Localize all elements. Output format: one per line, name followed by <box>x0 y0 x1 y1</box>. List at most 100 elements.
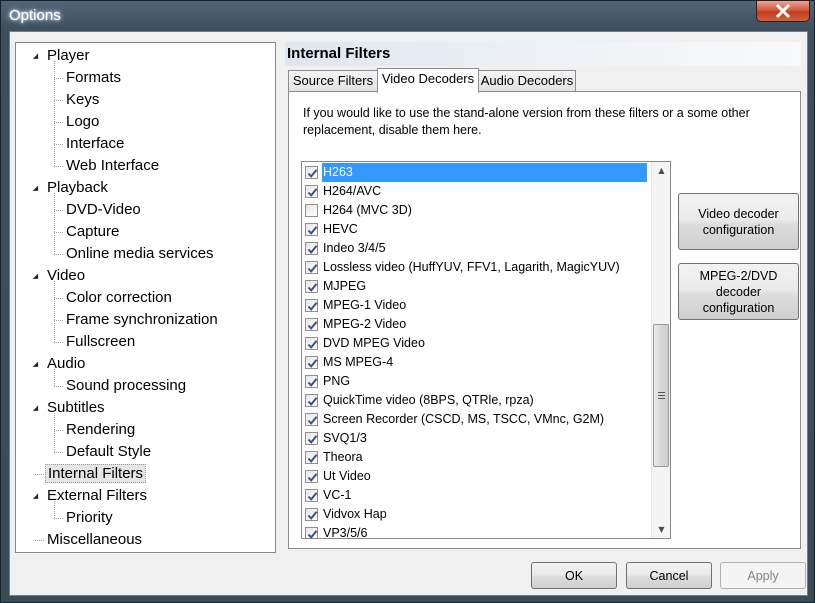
tab-video-decoders[interactable]: Video Decoders <box>377 68 479 93</box>
tree-item-label: Interface <box>66 135 125 152</box>
tree-item-logo[interactable]: Logo <box>64 111 101 133</box>
decoder-item[interactable]: Theora <box>302 448 650 467</box>
checkbox-checked[interactable] <box>305 242 318 255</box>
scroll-down-arrow[interactable]: ▼ <box>652 521 670 538</box>
decoder-label: Vidvox Hap <box>323 507 387 521</box>
tree-item-label: Internal Filters <box>45 464 147 483</box>
decoder-list[interactable]: H263 H264/AVC H264 (MVC 3D) HEVC Indeo 3/4/5… <box>301 161 671 539</box>
checkbox-checked[interactable] <box>305 413 318 426</box>
tree-item-video[interactable]: Video <box>45 265 87 287</box>
checkbox-checked[interactable] <box>305 375 318 388</box>
collapse-toggle-icon[interactable]: ◢ <box>31 265 40 287</box>
checkbox-checked[interactable] <box>305 527 318 538</box>
tree-item-label: External Filters <box>47 487 148 504</box>
decoder-label: HEVC <box>323 222 358 236</box>
checkbox-checked[interactable] <box>305 280 318 293</box>
video-decoder-config-button[interactable]: Video decoder configuration <box>678 193 799 250</box>
tree-connector <box>54 122 63 123</box>
apply-button[interactable]: Apply <box>720 562 806 589</box>
checkbox-checked[interactable] <box>305 166 318 179</box>
decoder-item[interactable]: VP3/5/6 <box>302 524 650 538</box>
decoder-item[interactable]: MJPEG <box>302 277 650 296</box>
tree-connector <box>54 369 55 386</box>
tree-item-sound-processing[interactable]: Sound processing <box>64 375 188 397</box>
checkbox-checked[interactable] <box>305 470 318 483</box>
decoder-item[interactable]: Vidvox Hap <box>302 505 650 524</box>
decoder-item[interactable]: Ut Video <box>302 467 650 486</box>
tree-connector <box>35 540 44 541</box>
checkbox-checked[interactable] <box>305 261 318 274</box>
tree-item-label: Frame synchronization <box>66 311 218 328</box>
checkbox-checked[interactable] <box>305 356 318 369</box>
tree-item-frame-synchronization[interactable]: Frame synchronization <box>64 309 220 331</box>
checkbox-checked[interactable] <box>305 223 318 236</box>
tree-connector <box>54 518 63 519</box>
collapse-toggle-icon[interactable]: ◢ <box>31 353 40 375</box>
checkbox-checked[interactable] <box>305 489 318 502</box>
scroll-thumb[interactable] <box>653 324 669 467</box>
decoder-label: MPEG-1 Video <box>323 298 407 312</box>
tab-source-filters[interactable]: Source Filters <box>288 70 378 92</box>
tree-item-fullscreen[interactable]: Fullscreen <box>64 331 137 353</box>
checkbox-unchecked[interactable] <box>305 204 318 217</box>
checkbox-checked[interactable] <box>305 451 318 464</box>
tree-item-dvd-video[interactable]: DVD-Video <box>64 199 143 221</box>
decoder-list-scrollbar[interactable]: ▲ ▼ <box>651 162 670 538</box>
ok-button[interactable]: OK <box>531 562 617 589</box>
decoder-item[interactable]: Lossless video (HuffYUV, FFV1, Lagarith,… <box>302 258 650 277</box>
decoder-item[interactable]: VC-1 <box>302 486 650 505</box>
checkbox-checked[interactable] <box>305 337 318 350</box>
tree-item-priority[interactable]: Priority <box>64 507 115 529</box>
close-button[interactable] <box>756 1 810 22</box>
cancel-button[interactable]: Cancel <box>626 562 712 589</box>
tree-item-keys[interactable]: Keys <box>64 89 101 111</box>
tree-item-interface[interactable]: Interface <box>64 133 126 155</box>
tree-item-player[interactable]: Player <box>45 45 92 67</box>
tab-audio-decoders[interactable]: Audio Decoders <box>478 70 576 92</box>
decoder-item[interactable]: H263 <box>302 163 650 182</box>
collapse-toggle-icon[interactable]: ◢ <box>31 177 40 199</box>
tree-item-internal-filters[interactable]: Internal Filters <box>45 463 147 485</box>
tree-item-color-correction[interactable]: Color correction <box>64 287 174 309</box>
tree-item-web-interface[interactable]: Web Interface <box>64 155 161 177</box>
tree-item-miscellaneous[interactable]: Miscellaneous <box>45 529 144 551</box>
checkbox-checked[interactable] <box>305 318 318 331</box>
decoder-item[interactable]: Indeo 3/4/5 <box>302 239 650 258</box>
decoder-item[interactable]: HEVC <box>302 220 650 239</box>
checkbox-checked[interactable] <box>305 432 318 445</box>
checkbox-checked[interactable] <box>305 185 318 198</box>
tree-connector <box>54 210 63 211</box>
decoder-item[interactable]: DVD MPEG Video <box>302 334 650 353</box>
tree-item-rendering[interactable]: Rendering <box>64 419 137 441</box>
collapse-toggle-icon[interactable]: ◢ <box>31 397 40 419</box>
tree-item-audio[interactable]: Audio <box>45 353 87 375</box>
tree-item-online-media-services[interactable]: Online media services <box>64 243 216 265</box>
decoder-item[interactable]: QuickTime video (8BPS, QTRle, rpza) <box>302 391 650 410</box>
collapse-toggle-icon[interactable]: ◢ <box>31 45 40 67</box>
checkbox-checked[interactable] <box>305 508 318 521</box>
decoder-item[interactable]: MPEG-2 Video <box>302 315 650 334</box>
decoder-item[interactable]: Screen Recorder (CSCD, MS, TSCC, VMnc, G… <box>302 410 650 429</box>
options-tree[interactable]: Player ◢ Formats Keys Logo Interface Web Inter… <box>15 42 276 553</box>
decoder-item[interactable]: MS MPEG-4 <box>302 353 650 372</box>
scroll-up-arrow[interactable]: ▲ <box>652 162 670 179</box>
decoder-item[interactable]: MPEG-1 Video <box>302 296 650 315</box>
tree-item-label: Color correction <box>66 289 172 306</box>
tree-item-formats[interactable]: Formats <box>64 67 123 89</box>
tree-item-label: Sound processing <box>66 377 187 394</box>
collapse-toggle-icon[interactable]: ◢ <box>31 485 40 507</box>
tree-item-capture[interactable]: Capture <box>64 221 121 243</box>
decoder-label: Screen Recorder (CSCD, MS, TSCC, VMnc, G… <box>323 412 605 426</box>
decoder-item[interactable]: SVQ1/3 <box>302 429 650 448</box>
tree-item-external-filters[interactable]: External Filters <box>45 485 149 507</box>
title-bar[interactable]: Options <box>1 1 814 31</box>
mpeg2-dvd-config-button[interactable]: MPEG-2/DVD decoder configuration <box>678 263 799 320</box>
tree-item-label: Audio <box>47 355 86 372</box>
decoder-item[interactable]: H264 (MVC 3D) <box>302 201 650 220</box>
tree-item-default-style[interactable]: Default Style <box>64 441 153 463</box>
decoder-label: QuickTime video (8BPS, QTRle, rpza) <box>323 393 534 407</box>
checkbox-checked[interactable] <box>305 299 318 312</box>
decoder-item[interactable]: PNG <box>302 372 650 391</box>
checkbox-checked[interactable] <box>305 394 318 407</box>
decoder-item[interactable]: H264/AVC <box>302 182 650 201</box>
